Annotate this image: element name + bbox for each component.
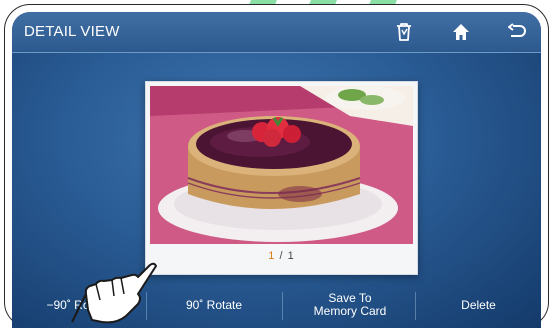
- page-total: 1: [287, 250, 295, 262]
- delete-top-button[interactable]: [388, 19, 420, 45]
- page-title: DETAIL VIEW: [24, 23, 120, 40]
- delete-label: Delete: [461, 297, 496, 312]
- delete-button[interactable]: Delete: [416, 282, 541, 328]
- home-icon: [453, 24, 469, 40]
- page-indicator: 1 / 1: [146, 250, 417, 262]
- cake-image: [150, 86, 413, 244]
- trash-icon: [397, 23, 411, 41]
- top-bar: DETAIL VIEW: [12, 12, 541, 53]
- rotate-right-label: 90˚ Rotate: [185, 297, 243, 312]
- back-button[interactable]: [501, 19, 533, 45]
- photo-frame: 1 / 1: [145, 81, 418, 275]
- pointing-hand-icon: [71, 262, 157, 324]
- cake-photo: [150, 86, 413, 244]
- toolbar-divider: [282, 292, 283, 320]
- page-separator: /: [275, 250, 288, 262]
- save-label-line2: Memory Card: [313, 304, 387, 318]
- save-to-memory-card-button[interactable]: Save To Memory Card: [284, 282, 416, 328]
- back-icon: [508, 23, 526, 37]
- rotate-right-button[interactable]: 90˚ Rotate: [148, 282, 280, 328]
- home-button[interactable]: [445, 19, 477, 45]
